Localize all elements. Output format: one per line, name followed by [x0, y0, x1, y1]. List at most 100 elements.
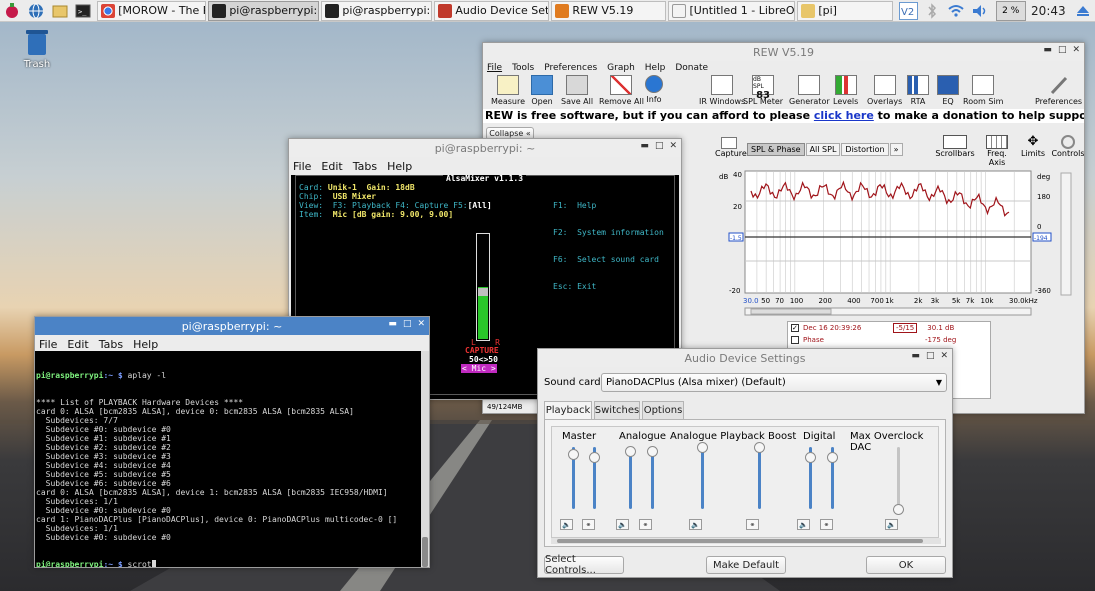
- checkbox-unchecked[interactable]: [791, 336, 799, 344]
- info-button[interactable]: Info: [645, 75, 663, 104]
- speaker-icon[interactable]: 🔈: [885, 519, 898, 530]
- ir-windows-button[interactable]: IR Windows: [699, 75, 745, 106]
- terminal-output[interactable]: pi@raspberrypi:~ $ aplay -l **** List of…: [35, 351, 429, 567]
- menu-tabs[interactable]: Tabs: [99, 338, 123, 351]
- speaker-icon[interactable]: 🔈: [560, 519, 573, 530]
- menu-help[interactable]: Help: [645, 63, 666, 73]
- donate-link[interactable]: click here: [814, 109, 874, 122]
- overlays-button[interactable]: Overlays: [867, 75, 902, 106]
- raspberry-menu-icon[interactable]: [2, 2, 22, 20]
- scrollbar-thumb[interactable]: [422, 537, 428, 567]
- task-terminal-2[interactable]: pi@raspberrypi: ~: [321, 0, 433, 21]
- menu-file[interactable]: File: [487, 63, 502, 73]
- web-browser-icon[interactable]: [26, 2, 46, 20]
- close-icon[interactable]: ✕: [417, 319, 425, 329]
- spl-meter-button[interactable]: dB SPL 83 SPL Meter: [743, 75, 783, 106]
- controls-button[interactable]: Controls: [1051, 135, 1084, 158]
- close-icon[interactable]: ✕: [669, 141, 677, 151]
- chain-icon[interactable]: ⚭: [746, 519, 759, 530]
- control-name[interactable]: < Mic >: [461, 364, 497, 373]
- chain-icon[interactable]: ⚭: [582, 519, 595, 530]
- menu-file[interactable]: File: [293, 160, 311, 173]
- volume-slider-track[interactable]: [701, 447, 704, 509]
- menu-donate[interactable]: Donate: [675, 63, 708, 73]
- task-browser[interactable]: [MOROW - The Prog...: [97, 0, 207, 21]
- minimize-icon[interactable]: ▬: [388, 319, 397, 329]
- volume-slider-track[interactable]: [897, 447, 900, 509]
- tab-distortion[interactable]: Distortion: [841, 143, 889, 156]
- volume-slider-knob[interactable]: [568, 449, 579, 461]
- task-file-manager[interactable]: [pi]: [797, 0, 893, 21]
- task-audio-settings[interactable]: Audio Device Settings: [434, 0, 550, 21]
- close-icon[interactable]: ✕: [940, 351, 948, 361]
- volume-slider-knob[interactable]: [625, 446, 636, 458]
- tab-options[interactable]: Options: [642, 401, 684, 419]
- levels-button[interactable]: Levels: [833, 75, 858, 106]
- volume-slider-knob[interactable]: [893, 504, 904, 515]
- volume-slider-knob[interactable]: [697, 442, 708, 453]
- tab-switches[interactable]: Switches: [594, 401, 640, 419]
- wifi-icon[interactable]: [946, 2, 966, 20]
- tab-all-spl[interactable]: All SPL: [805, 143, 841, 156]
- menu-edit[interactable]: Edit: [321, 160, 342, 173]
- file-manager-icon[interactable]: [50, 2, 70, 20]
- tab-playback[interactable]: Playback: [544, 401, 592, 419]
- volume-slider-knob[interactable]: [827, 451, 838, 463]
- save-all-button[interactable]: Save All: [561, 75, 593, 106]
- freq-axis-button[interactable]: Freq. Axis: [979, 135, 1015, 167]
- volume-slider-knob[interactable]: [805, 451, 816, 463]
- preferences-button[interactable]: Preferences: [1035, 75, 1082, 106]
- clock[interactable]: 20:43: [1026, 1, 1072, 21]
- vnc-icon[interactable]: V2: [898, 1, 919, 20]
- volume-slider-knob[interactable]: [589, 451, 600, 463]
- maximize-icon[interactable]: □: [926, 351, 935, 361]
- tab-spl-phase[interactable]: SPL & Phase: [747, 143, 805, 156]
- menu-help[interactable]: Help: [387, 160, 412, 173]
- volume-slider-knob[interactable]: [754, 442, 765, 453]
- terminal-scrollbar[interactable]: [421, 351, 429, 567]
- rta-button[interactable]: RTA: [907, 75, 929, 106]
- menu-tabs[interactable]: Tabs: [353, 160, 377, 173]
- maximize-icon[interactable]: □: [1058, 45, 1067, 55]
- minimize-icon[interactable]: ▬: [1043, 45, 1052, 55]
- menu-help[interactable]: Help: [133, 338, 158, 351]
- speaker-icon[interactable]: 🔈: [797, 519, 810, 530]
- capture-button[interactable]: Capture: [715, 137, 747, 158]
- legend-row-phase[interactable]: Phase -175 deg: [788, 334, 990, 346]
- capture-level-bar[interactable]: [476, 233, 490, 341]
- volume-icon[interactable]: [970, 2, 990, 20]
- chain-icon[interactable]: ⚭: [820, 519, 833, 530]
- chain-icon[interactable]: ⚭: [639, 519, 652, 530]
- task-rew[interactable]: REW V5.19: [551, 0, 667, 21]
- make-default-button[interactable]: Make Default: [706, 556, 786, 574]
- desktop-trash[interactable]: Trash: [16, 28, 58, 70]
- eject-icon[interactable]: [1073, 2, 1093, 20]
- menu-edit[interactable]: Edit: [67, 338, 88, 351]
- menu-graph[interactable]: Graph: [607, 63, 635, 73]
- task-terminal-1[interactable]: pi@raspberrypi: ~: [208, 0, 320, 21]
- open-button[interactable]: Open: [531, 75, 553, 106]
- speaker-icon[interactable]: 🔈: [689, 519, 702, 530]
- menu-preferences[interactable]: Preferences: [544, 63, 597, 73]
- minimize-icon[interactable]: ▬: [911, 351, 920, 361]
- scrollbars-button[interactable]: Scrollbars: [935, 135, 975, 158]
- volume-slider-knob[interactable]: [647, 446, 658, 458]
- measure-button[interactable]: Measure: [491, 75, 525, 106]
- legend-row-spl[interactable]: ✓ Dec 16 20:39:26 -5/15 30.1 dB: [788, 322, 990, 334]
- bluetooth-icon[interactable]: [922, 2, 942, 20]
- select-controls-button[interactable]: Select Controls...: [544, 554, 624, 576]
- speaker-icon[interactable]: 🔈: [616, 519, 629, 530]
- room-sim-button[interactable]: Room Sim: [963, 75, 1003, 106]
- remove-all-button[interactable]: Remove All: [599, 75, 644, 106]
- task-libreoffice[interactable]: [Untitled 1 - LibreOffi...: [668, 0, 796, 21]
- menu-tools[interactable]: Tools: [512, 63, 534, 73]
- scrollbar-thumb[interactable]: [557, 539, 923, 543]
- close-icon[interactable]: ✕: [1072, 45, 1080, 55]
- eq-button[interactable]: EQ: [937, 75, 959, 106]
- maximize-icon[interactable]: □: [403, 319, 412, 329]
- volume-slider-track[interactable]: [758, 447, 761, 509]
- limits-button[interactable]: ✥ Limits: [1019, 135, 1047, 159]
- menu-file[interactable]: File: [39, 338, 57, 351]
- terminal-icon[interactable]: >_: [73, 2, 93, 20]
- ok-button[interactable]: OK: [866, 556, 946, 574]
